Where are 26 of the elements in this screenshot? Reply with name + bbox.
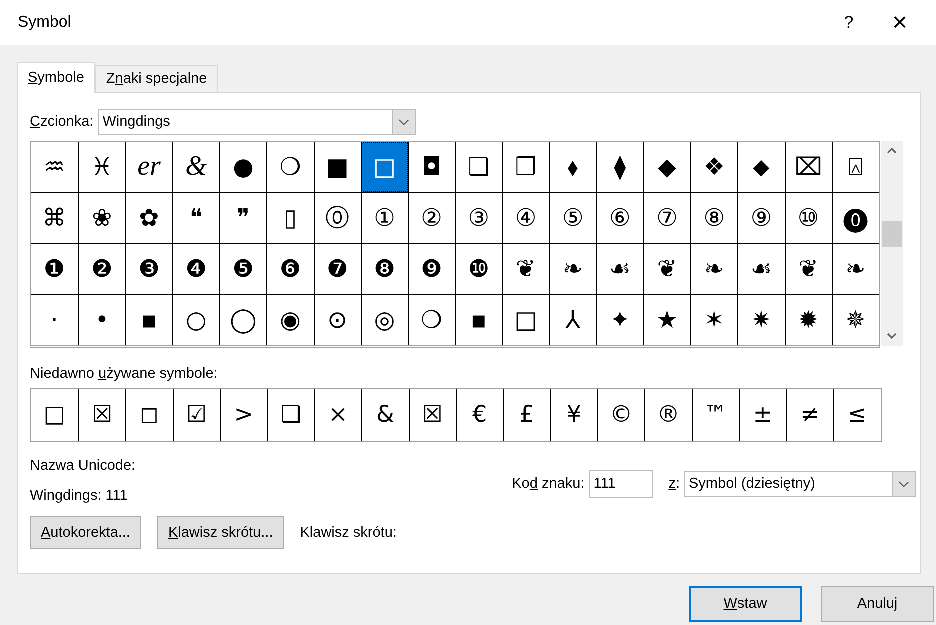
cancel-button[interactable]: Anuluj — [821, 586, 934, 622]
char-code-field[interactable]: 111 — [588, 470, 653, 498]
chevron-down-icon — [392, 110, 415, 134]
dialog-button[interactable]: Klawisz skrótu... — [157, 516, 284, 549]
font-dropdown[interactable]: Wingdings — [98, 109, 416, 135]
from-dropdown[interactable]: Symbol (dziesiętny) — [684, 471, 916, 497]
from-label: z: — [668, 476, 680, 492]
help-button[interactable]: ? — [826, 2, 872, 42]
insert-button[interactable]: Wstaw — [689, 586, 802, 622]
unicode-name-value: Wingdings: 111 — [30, 488, 129, 504]
scroll-down-icon[interactable] — [886, 332, 898, 340]
close-button[interactable]: × — [872, 2, 928, 42]
tab[interactable]: Znaki specjalne — [95, 65, 218, 92]
dialog-button[interactable]: Autokorekta... — [30, 516, 142, 549]
chevron-down-icon — [892, 472, 915, 496]
recent-symbols-label: Niedawno używane symbole: — [30, 366, 219, 382]
scroll-up-icon[interactable] — [886, 147, 898, 155]
scrollbar[interactable] — [881, 141, 903, 346]
font-label: Czcionka: — [30, 114, 94, 130]
scrollbar-thumb[interactable] — [882, 221, 902, 247]
char-code-label: Kod znaku: — [512, 476, 585, 492]
symbol-cell[interactable]: □ — [360, 142, 408, 192]
window-title: Symbol — [18, 14, 72, 32]
shortcut-label: Klawisz skrótu: — [300, 524, 397, 540]
unicode-name-label: Nazwa Unicode: — [30, 458, 137, 474]
tab[interactable]: Symbole — [17, 62, 96, 93]
